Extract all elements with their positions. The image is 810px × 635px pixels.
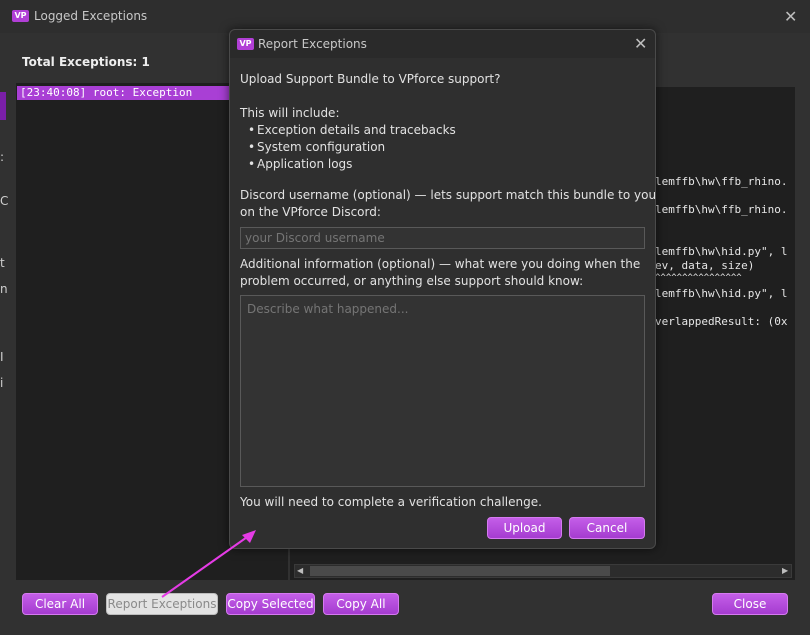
scroll-left-icon[interactable]: ◀ <box>297 566 303 575</box>
edge-text: n <box>0 282 8 296</box>
upload-button[interactable]: Upload <box>487 517 562 539</box>
report-exceptions-button[interactable]: Report Exceptions <box>106 593 218 615</box>
bullet-icon: • <box>248 123 256 137</box>
include-item: System configuration <box>257 140 386 154</box>
edge-text: i <box>0 376 4 390</box>
edge-text: t <box>0 256 5 270</box>
bullet-icon: • <box>248 140 256 154</box>
edge-text: C <box>0 194 9 208</box>
background-window-edge <box>0 92 6 120</box>
trace-line: lemffb\hw\hid.py", l <box>655 287 788 300</box>
dialog-close-icon[interactable]: ✕ <box>634 36 647 52</box>
exception-list-item[interactable]: [23:40:08] root: Exception <box>17 86 229 100</box>
trace-line: lemffb\hw\hid.py", l <box>655 245 788 258</box>
dialog-logo-icon: VP <box>237 38 254 50</box>
clear-all-button[interactable]: Clear All <box>22 593 98 615</box>
cancel-button[interactable]: Cancel <box>569 517 645 539</box>
scrollbar-thumb[interactable] <box>310 566 610 576</box>
include-item: Exception details and tracebacks <box>257 123 456 137</box>
copy-all-button[interactable]: Copy All <box>323 593 399 615</box>
trace-line: ev, data, size) <box>655 259 755 272</box>
total-exceptions-label: Total Exceptions: 1 <box>22 55 150 69</box>
discord-label-line2: on the VPforce Discord: <box>240 205 381 219</box>
additional-info-label: Additional information (optional) — what… <box>240 257 641 271</box>
trace-line: ^^^^^^^^^^^^^^^^ <box>655 273 742 283</box>
window-close-icon[interactable]: ✕ <box>784 9 797 25</box>
additional-info-textarea[interactable] <box>240 295 645 487</box>
dialog-title: Report Exceptions <box>258 37 367 51</box>
include-label: This will include: <box>240 106 340 120</box>
dialog-titlebar: VP Report Exceptions ✕ <box>230 30 655 58</box>
dialog-heading: Upload Support Bundle to VPforce support… <box>240 72 501 86</box>
copy-selected-button[interactable]: Copy Selected <box>226 593 315 615</box>
edge-text: I <box>0 350 4 364</box>
close-button[interactable]: Close <box>712 593 788 615</box>
scroll-right-icon[interactable]: ▶ <box>782 566 788 575</box>
additional-info-label-line2: problem occurred, or anything else suppo… <box>240 274 584 288</box>
discord-label: Discord username (optional) — lets suppo… <box>240 188 657 202</box>
include-item: Application logs <box>257 157 353 171</box>
trace-line: lemffb\hw\ffb_rhino. <box>655 203 788 216</box>
bullet-icon: • <box>248 157 256 171</box>
edge-text: : <box>0 150 5 164</box>
trace-line: verlappedResult: (0x <box>655 315 788 328</box>
window-title: Logged Exceptions <box>34 9 148 23</box>
app-logo-icon: VP <box>12 10 29 22</box>
verification-note: You will need to complete a verification… <box>240 495 542 509</box>
trace-line: lemffb\hw\ffb_rhino. <box>655 175 788 188</box>
discord-username-input[interactable] <box>240 227 645 249</box>
